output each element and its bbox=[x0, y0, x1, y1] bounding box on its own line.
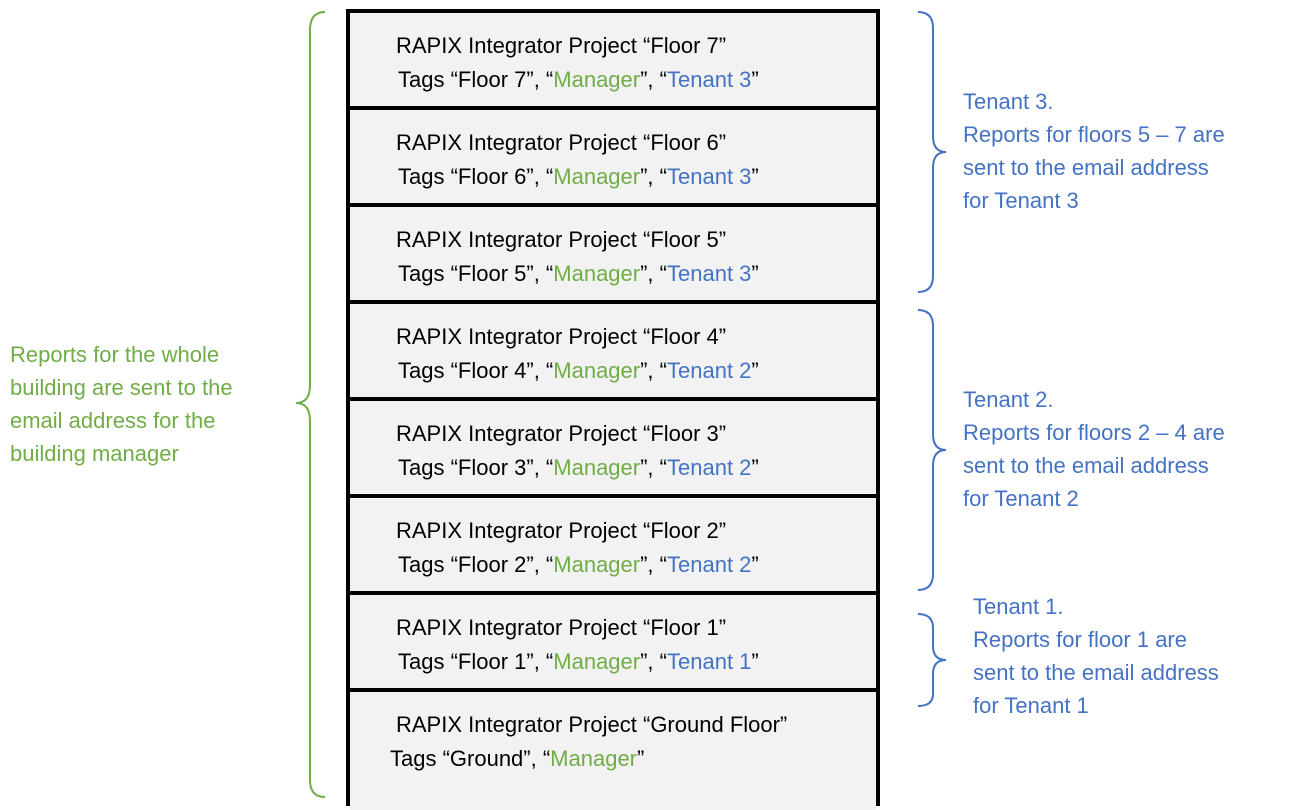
ground-floor-box: RAPIX Integrator Project “Ground Floor” … bbox=[350, 692, 876, 810]
floor-2-box: RAPIX Integrator Project “Floor 2” Tags … bbox=[350, 498, 876, 595]
project-tags: Tags “Floor 7”, “Manager”, “Tenant 3” bbox=[398, 67, 759, 92]
project-tags: Tags “Floor 2”, “Manager”, “Tenant 2” bbox=[398, 552, 759, 577]
project-title: RAPIX Integrator Project “Floor 3” bbox=[396, 421, 727, 446]
tenant3-note: Tenant 3. Reports for floors 5 – 7 are s… bbox=[963, 89, 1225, 213]
tenant3-brace bbox=[917, 11, 947, 293]
floor-6-box: RAPIX Integrator Project “Floor 6” Tags … bbox=[350, 110, 876, 207]
floor-5-box: RAPIX Integrator Project “Floor 5” Tags … bbox=[350, 207, 876, 304]
tenant2-note: Tenant 2. Reports for floors 2 – 4 are s… bbox=[963, 387, 1225, 511]
project-tags: Tags “Ground”, “Manager” bbox=[390, 746, 645, 771]
floor-7-box: RAPIX Integrator Project “Floor 7” Tags … bbox=[350, 13, 876, 110]
project-title: RAPIX Integrator Project “Floor 5” bbox=[396, 227, 727, 252]
project-title: RAPIX Integrator Project “Floor 2” bbox=[396, 518, 727, 543]
manager-brace bbox=[295, 11, 326, 798]
building-stack: RAPIX Integrator Project “Floor 7” Tags … bbox=[346, 9, 880, 810]
project-title: RAPIX Integrator Project “Floor 7” bbox=[396, 33, 727, 58]
tenant2-brace bbox=[917, 309, 947, 591]
project-tags: Tags “Floor 4”, “Manager”, “Tenant 2” bbox=[398, 358, 759, 383]
floor-1-box: RAPIX Integrator Project “Floor 1” Tags … bbox=[350, 595, 876, 692]
project-tags: Tags “Floor 5”, “Manager”, “Tenant 3” bbox=[398, 261, 759, 286]
project-title: RAPIX Integrator Project “Floor 4” bbox=[396, 324, 727, 349]
floor-4-box: RAPIX Integrator Project “Floor 4” Tags … bbox=[350, 304, 876, 401]
project-title: RAPIX Integrator Project “Floor 1” bbox=[396, 615, 727, 640]
project-title: RAPIX Integrator Project “Floor 6” bbox=[396, 130, 727, 155]
project-title: RAPIX Integrator Project “Ground Floor” bbox=[396, 712, 788, 737]
tenant1-brace bbox=[917, 613, 947, 707]
project-tags: Tags “Floor 6”, “Manager”, “Tenant 3” bbox=[398, 164, 759, 189]
tenant1-note: Tenant 1. Reports for floor 1 are sent t… bbox=[973, 594, 1219, 718]
project-tags: Tags “Floor 3”, “Manager”, “Tenant 2” bbox=[398, 455, 759, 480]
manager-note: Reports for the whole building are sent … bbox=[10, 342, 233, 466]
project-tags: Tags “Floor 1”, “Manager”, “Tenant 1” bbox=[398, 649, 759, 674]
floor-3-box: RAPIX Integrator Project “Floor 3” Tags … bbox=[350, 401, 876, 498]
